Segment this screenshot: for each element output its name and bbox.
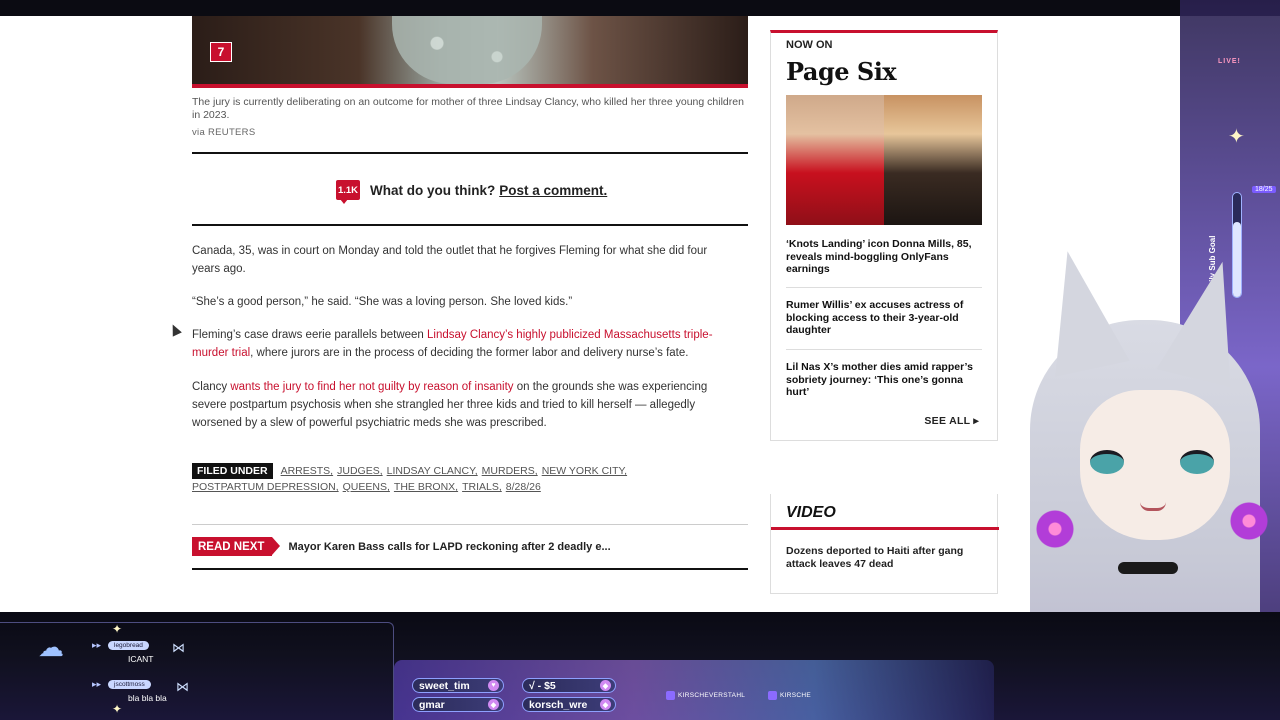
- bow-icon: ⋈: [176, 679, 189, 694]
- flower-icon: [1036, 510, 1074, 548]
- tag-link[interactable]: ARRESTS,: [281, 465, 334, 477]
- top-strip: [0, 0, 1280, 16]
- page-six-story[interactable]: Rumer Willis’ ex accuses actress of bloc…: [786, 299, 982, 337]
- video-heading: VIDEO: [786, 504, 836, 521]
- tag-link[interactable]: POSTPARTUM DEPRESSION,: [192, 481, 339, 493]
- heart-icon: ♥: [488, 680, 499, 691]
- flower-icon: [1230, 502, 1268, 540]
- gem-icon: ◆: [600, 680, 611, 691]
- read-next-headline[interactable]: Mayor Karen Bass calls for LAPD reckonin…: [288, 541, 610, 553]
- tag-link[interactable]: THE BRONX,: [394, 481, 458, 493]
- chat-username: jscottmoss: [108, 680, 151, 689]
- image-credit: via REUTERS: [192, 127, 256, 138]
- tiktok-icon: [768, 690, 777, 700]
- star-icon: ✦: [112, 622, 123, 636]
- filed-under-label: FILED UNDER: [192, 463, 273, 479]
- pill-text: sweet_tim: [419, 679, 470, 692]
- chat-message: ICANT: [128, 654, 154, 664]
- page-six-story[interactable]: ‘Knots Landing’ icon Donna Mills, 85, re…: [786, 238, 982, 276]
- article-paragraph: Canada, 35, was in court on Monday and t…: [192, 245, 708, 275]
- page-six-logo[interactable]: Page Six: [786, 57, 897, 86]
- page-six-widget: NOW ON Page Six ‘Knots Landing’ icon Don…: [770, 30, 998, 441]
- star-icon: ✦: [112, 702, 123, 716]
- article-paragraph: “She’s a good person,” he said. “She was…: [192, 296, 573, 308]
- image-right: [884, 95, 982, 225]
- gem-icon: ◆: [488, 699, 499, 710]
- paragraph-text: Clancy: [192, 381, 231, 393]
- eye-icon: [1180, 450, 1214, 474]
- arrow-icon: ▸▸: [92, 640, 102, 650]
- divider: [786, 287, 982, 288]
- comment-prompt: What do you think?: [370, 182, 496, 198]
- pill-text: gmar: [419, 698, 445, 711]
- article-paragraph: Clancy wants the jury to find her not gu…: [192, 378, 738, 432]
- page-six-story[interactable]: Lil Nas X’s mother dies amid rapper’s so…: [786, 361, 982, 399]
- paragraph-text: , where jurors are in the process of dec…: [250, 347, 689, 359]
- tag-link[interactable]: TRIALS,: [462, 481, 502, 493]
- alert-pill: sweet_tim ♥: [412, 678, 504, 693]
- divider: [786, 349, 982, 350]
- arrow-icon: ▸▸: [92, 679, 102, 689]
- pill-text: korsch_wre: [529, 698, 588, 711]
- mouse-cursor: [168, 322, 182, 337]
- video-widget: VIDEO Dozens deported to Haiti after gan…: [770, 494, 999, 594]
- read-next-label: READ NEXT: [192, 537, 281, 556]
- tag-link[interactable]: LINDSAY CLANCY,: [387, 465, 478, 477]
- divider: [192, 152, 748, 154]
- eye-icon: [1090, 450, 1124, 474]
- read-next[interactable]: READ NEXT Mayor Karen Bass calls for LAP…: [192, 537, 611, 556]
- insanity-plea-link[interactable]: wants the jury to find her not guilty by…: [230, 381, 513, 393]
- alert-pill: √ - $5 ◆: [522, 678, 616, 693]
- social-text: KIRSCHE: [780, 691, 811, 699]
- star-icon: ✦: [1228, 126, 1245, 148]
- page-six-story-image[interactable]: [786, 95, 982, 225]
- comment-prompt-row: 1.1K What do you think? Post a comment.: [336, 180, 607, 204]
- chat-message: bla bla bla: [128, 693, 167, 703]
- live-label: LIVE!: [1218, 58, 1241, 65]
- paragraph-text: Fleming’s case draws eerie parallels bet…: [192, 329, 428, 341]
- tag-link[interactable]: QUEENS,: [343, 481, 390, 493]
- alert-pill: gmar ◆: [412, 697, 504, 712]
- video-accent-bar: [771, 527, 999, 530]
- gem-icon: ◆: [600, 699, 611, 710]
- twitch-icon: [666, 690, 675, 700]
- alert-pill: korsch_wre ◆: [522, 697, 616, 712]
- filed-under: FILED UNDER ARRESTS, JUDGES, LINDSAY CLANCY…: [192, 463, 748, 495]
- pill-text: √ - $5: [529, 679, 556, 692]
- tag-link[interactable]: JUDGES,: [337, 465, 383, 477]
- now-on-label: NOW ON: [781, 39, 838, 51]
- ghost-icon: ☁: [38, 632, 64, 662]
- gallery-count-badge[interactable]: 7: [210, 42, 232, 62]
- avatar-choker: [1118, 562, 1178, 574]
- chat-username: legobread: [108, 641, 149, 650]
- divider: [192, 524, 748, 525]
- cat-ear-icon: [1030, 243, 1130, 377]
- article-hero-image: 7: [192, 16, 748, 88]
- tag-link[interactable]: NEW YORK CITY,: [542, 465, 627, 477]
- sub-goal-count: 18/25: [1252, 186, 1276, 193]
- divider: [192, 224, 748, 226]
- video-story[interactable]: Dozens deported to Haiti after gang atta…: [786, 545, 982, 570]
- tag-link[interactable]: 8/28/26: [506, 481, 541, 493]
- comment-count-icon[interactable]: 1.1K: [336, 180, 360, 204]
- avatar-mouth: [1140, 502, 1166, 511]
- avatar-face: [1080, 390, 1230, 540]
- tag-link[interactable]: MURDERS,: [482, 465, 538, 477]
- image-left: [786, 95, 884, 225]
- post-comment-link[interactable]: Post a comment.: [499, 183, 607, 198]
- social-handle: KIRSCHEVERSTAHL: [666, 689, 745, 701]
- article-paragraph: Fleming’s case draws eerie parallels bet…: [192, 326, 738, 362]
- social-handle: KIRSCHE: [768, 689, 811, 701]
- see-all-link[interactable]: SEE ALL ▸: [924, 415, 979, 427]
- divider: [192, 568, 748, 570]
- bow-icon: ⋈: [172, 640, 185, 655]
- social-text: KIRSCHEVERSTAHL: [678, 691, 746, 699]
- hero-lace: [392, 16, 542, 84]
- cat-ear-icon: [1156, 252, 1260, 388]
- image-caption: The jury is currently deliberating on an…: [192, 96, 744, 121]
